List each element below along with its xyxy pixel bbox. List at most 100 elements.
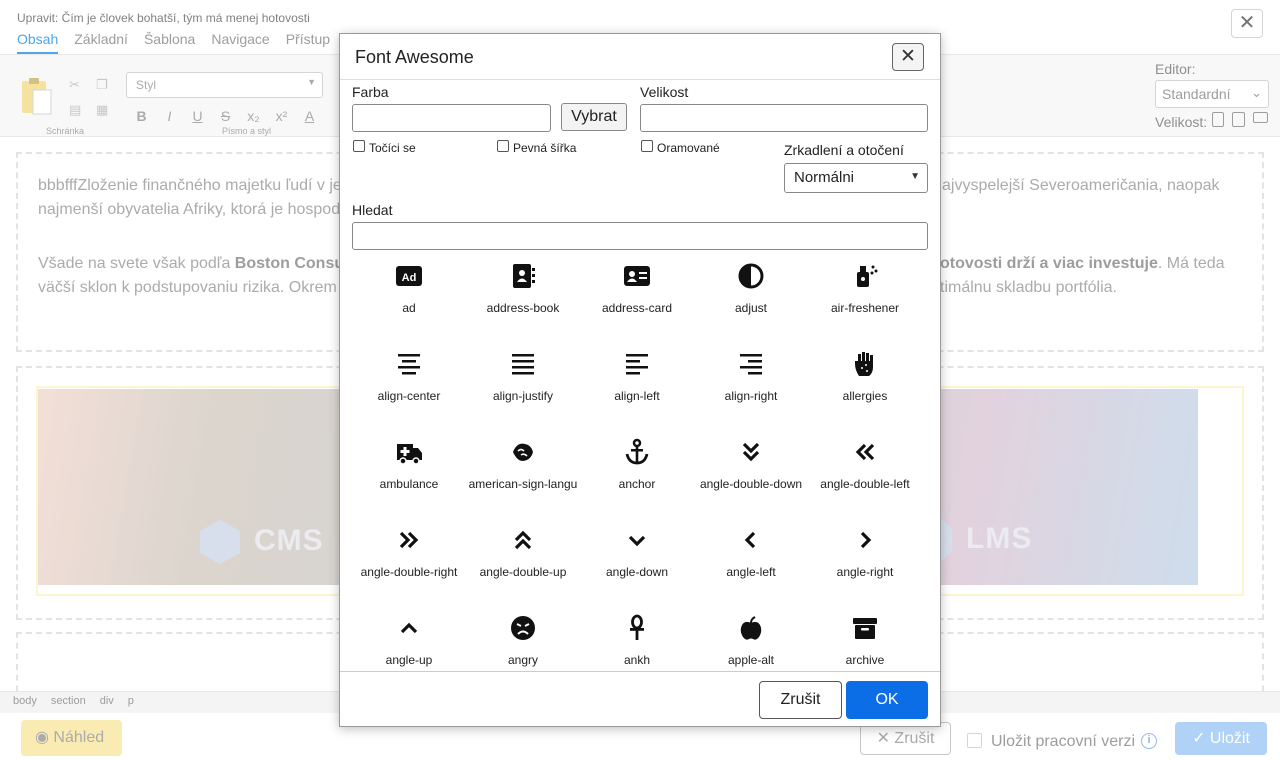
icon-option-label: angle-down	[605, 565, 669, 579]
icon-option-label: apple-alt	[727, 653, 775, 667]
mirror-rotate-label: Zrkadlení a otočení	[784, 142, 904, 158]
icon-option-label: ad	[402, 301, 416, 315]
angle-double-up-icon	[509, 526, 537, 554]
icon-option-label: align-justify	[492, 389, 554, 403]
mirror-rotate-select[interactable]: Normálni ▼	[784, 163, 928, 193]
icon-option[interactable]: angle-left	[694, 523, 808, 611]
allergies-icon	[851, 350, 879, 378]
icon-option-label: address-card	[601, 301, 673, 315]
dialog-cancel-button[interactable]: Zrušit	[759, 681, 842, 719]
close-icon: ✕	[900, 46, 916, 67]
icon-option[interactable]: angle-down	[580, 523, 694, 611]
icon-option[interactable]: angle-double-left	[808, 435, 922, 523]
icon-option[interactable]: align-justify	[466, 347, 580, 435]
icon-option[interactable]: air-freshener	[808, 259, 922, 347]
american-sign-language-icon	[509, 438, 537, 466]
icon-option[interactable]: ambulance	[352, 435, 466, 523]
color-input[interactable]	[352, 104, 551, 132]
icon-option-label: archive	[845, 653, 885, 667]
icon-option[interactable]: address-book	[466, 259, 580, 347]
icon-option[interactable]: address-card	[580, 259, 694, 347]
angle-double-left-icon	[851, 438, 879, 466]
align-right-icon	[737, 350, 765, 378]
icon-option-label: align-left	[614, 389, 660, 403]
spin-checkbox[interactable]	[353, 140, 365, 152]
color-label: Farba	[352, 84, 389, 100]
icon-option-label: align-right	[724, 389, 778, 403]
archive-icon	[851, 614, 879, 642]
dialog-footer: Zrušit OK	[340, 671, 940, 727]
angle-up-icon	[395, 614, 423, 642]
icon-option[interactable]: angle-up	[352, 611, 466, 672]
size-label: Velikost	[640, 84, 689, 100]
svg-text:Ad: Ad	[402, 272, 417, 284]
icon-option-label: angle-double-right	[360, 565, 458, 579]
icon-option[interactable]: allergies	[808, 347, 922, 435]
pick-color-button[interactable]: Vybrat	[561, 103, 627, 131]
icon-option-label: angry	[507, 653, 539, 667]
icon-option[interactable]: Ad ad	[352, 259, 466, 347]
icon-option[interactable]: anchor	[580, 435, 694, 523]
icon-option[interactable]: ankh	[580, 611, 694, 672]
angle-down-icon	[623, 526, 651, 554]
search-input[interactable]	[352, 222, 928, 250]
icon-option[interactable]: american-sign-langu	[466, 435, 580, 523]
icon-option[interactable]: archive	[808, 611, 922, 672]
bordered-checkbox[interactable]	[641, 140, 653, 152]
address-book-icon	[509, 262, 537, 290]
angle-left-icon	[737, 526, 765, 554]
anchor-icon	[623, 438, 651, 466]
icon-option[interactable]: align-center	[352, 347, 466, 435]
icon-option[interactable]: apple-alt	[694, 611, 808, 672]
icon-option[interactable]: angle-double-down	[694, 435, 808, 523]
apple-alt-icon	[737, 614, 765, 642]
dialog-title: Font Awesome	[355, 47, 474, 67]
fixed-width-label: Pevná šířka	[513, 141, 577, 155]
angle-right-icon	[851, 526, 879, 554]
align-center-icon	[395, 350, 423, 378]
icon-option[interactable]: align-right	[694, 347, 808, 435]
icon-option-label: adjust	[734, 301, 768, 315]
icon-option-label: air-freshener	[830, 301, 900, 315]
size-input[interactable]	[640, 104, 928, 132]
icon-option-label: angle-double-left	[820, 477, 910, 491]
icon-option-label: anchor	[618, 477, 656, 491]
dialog-ok-button[interactable]: OK	[846, 681, 928, 719]
dialog-close-button[interactable]: ✕	[892, 43, 924, 71]
dialog-header: Font Awesome ✕	[340, 34, 940, 80]
mirror-rotate-value: Normálni	[794, 169, 855, 186]
icon-option[interactable]: adjust	[694, 259, 808, 347]
icon-option-label: align-center	[377, 389, 441, 403]
address-card-icon	[623, 262, 651, 290]
fixed-width-checkbox[interactable]	[497, 140, 509, 152]
icon-option[interactable]: angry	[466, 611, 580, 672]
icon-option[interactable]: angle-double-right	[352, 523, 466, 611]
air-freshener-icon	[851, 262, 879, 290]
spin-label: Točíci se	[369, 141, 416, 155]
icon-option[interactable]: angle-right	[808, 523, 922, 611]
font-awesome-dialog: Font Awesome ✕ Farba Vybrat Velikost Toč…	[339, 33, 941, 727]
adjust-icon	[737, 262, 765, 290]
icon-option-label: angle-left	[726, 565, 776, 579]
icon-option-label: angle-up	[385, 653, 433, 667]
icon-option-label: allergies	[842, 389, 888, 403]
align-left-icon	[623, 350, 651, 378]
ad-icon: Ad	[395, 262, 423, 290]
ankh-icon	[623, 614, 651, 642]
bordered-label: Oramované	[657, 141, 720, 155]
angle-double-right-icon	[395, 526, 423, 554]
icon-option-label: address-book	[486, 301, 560, 315]
icon-option-label: angle-double-down	[699, 477, 803, 491]
icon-option-label: angle-right	[836, 565, 894, 579]
icon-option-label: ambulance	[379, 477, 439, 491]
search-label: Hledat	[352, 202, 393, 218]
icon-option-label: angle-double-up	[479, 565, 567, 579]
chevron-down-icon: ▼	[910, 171, 920, 182]
angle-double-down-icon	[737, 438, 765, 466]
angry-icon	[509, 614, 537, 642]
align-justify-icon	[509, 350, 537, 378]
icon-option[interactable]: angle-double-up	[466, 523, 580, 611]
icon-option[interactable]: align-left	[580, 347, 694, 435]
icon-grid: Ad ad address-book address-card adjust air-fr…	[341, 256, 939, 672]
icon-option-label: american-sign-langu	[468, 477, 578, 491]
